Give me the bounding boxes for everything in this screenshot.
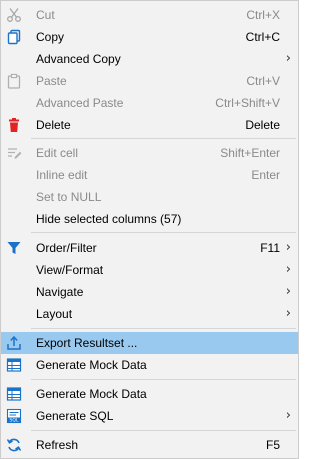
chevron-right-icon: ›: [285, 284, 291, 299]
menu-item-label: View/Format: [36, 263, 104, 277]
menu-item-hide-columns[interactable]: Hide selected columns (57): [1, 208, 298, 230]
menu-item-advanced-copy[interactable]: Advanced Copy ›: [1, 48, 298, 70]
menu-separator: [31, 430, 296, 431]
menu-item-export-resultset[interactable]: Export Resultset ...: [1, 332, 298, 354]
menu-item-generate-mock-data[interactable]: Generate Mock Data: [1, 354, 298, 376]
filter-icon: [6, 240, 22, 256]
chevron-right-icon: ›: [285, 408, 291, 423]
menu-item-label: Cut: [36, 8, 55, 22]
svg-text:SQL: SQL: [10, 418, 19, 424]
refresh-icon: [6, 437, 22, 453]
menu-item-label: Refresh: [36, 438, 79, 452]
shortcut-text: Enter: [251, 168, 280, 182]
chevron-right-icon: ›: [285, 262, 291, 277]
menu-item-layout[interactable]: Layout ›: [1, 303, 298, 325]
menu-separator: [31, 328, 296, 329]
menu-item-label: Edit cell: [36, 146, 79, 160]
menu-item-copy[interactable]: Copy Ctrl+C: [1, 26, 298, 48]
menu-item-label: Generate Mock Data: [36, 387, 147, 401]
menu-item-label: Delete: [36, 118, 71, 132]
menu-item-label: Inline edit: [36, 168, 88, 182]
export-icon: [6, 335, 22, 351]
menu-item-label: Navigate: [36, 285, 84, 299]
menu-item-delete[interactable]: Delete Delete: [1, 114, 298, 136]
menu-item-label: Generate SQL: [36, 409, 114, 423]
menu-separator: [31, 232, 296, 233]
menu-item-label: Layout: [36, 307, 73, 321]
menu-item-label: Hide selected columns (57): [36, 212, 182, 226]
menu-item-paste[interactable]: Paste Ctrl+V: [1, 70, 298, 92]
context-menu: Cut Ctrl+X Copy Ctrl+C Advanced Copy › P…: [0, 0, 299, 459]
shortcut-text: F11: [260, 241, 280, 255]
menu-item-edit-cell[interactable]: Edit cell Shift+Enter: [1, 142, 298, 164]
chevron-right-icon: ›: [285, 51, 291, 66]
menu-item-navigate[interactable]: Navigate ›: [1, 281, 298, 303]
shortcut-text: Ctrl+C: [245, 30, 280, 44]
shortcut-text: Shift+Enter: [220, 146, 280, 160]
paste-icon: [6, 73, 22, 89]
menu-item-label: Generate Mock Data: [36, 358, 147, 372]
shortcut-text: Delete: [245, 118, 280, 132]
table-icon: [6, 357, 22, 373]
shortcut-text: Ctrl+V: [246, 74, 280, 88]
menu-item-label: Copy: [36, 30, 65, 44]
menu-item-generate-mock-data[interactable]: Generate Mock Data: [1, 383, 298, 405]
menu-item-label: Export Resultset ...: [36, 336, 138, 350]
menu-item-label: Advanced Copy: [36, 52, 121, 66]
menu-item-generate-sql[interactable]: SQL Generate SQL ›: [1, 405, 298, 427]
menu-item-label: Set to NULL: [36, 190, 102, 204]
menu-item-inline-edit[interactable]: Inline edit Enter: [1, 164, 298, 186]
menu-item-label: Advanced Paste: [36, 96, 124, 110]
menu-item-label: Paste: [36, 74, 67, 88]
menu-item-view-format[interactable]: View/Format ›: [1, 259, 298, 281]
chevron-right-icon: ›: [285, 306, 291, 321]
trash-icon: [6, 117, 22, 133]
scissors-icon: [6, 7, 22, 23]
edit-icon: [6, 145, 22, 161]
shortcut-text: F5: [265, 438, 280, 452]
shortcut-text: Ctrl+X: [246, 8, 280, 22]
menu-separator: [31, 379, 296, 380]
menu-item-order-filter[interactable]: Order/Filter F11 ›: [1, 237, 298, 259]
menu-item-set-null[interactable]: Set to NULL: [1, 186, 298, 208]
sql-icon: SQL: [6, 408, 22, 424]
menu-item-cut[interactable]: Cut Ctrl+X: [1, 4, 298, 26]
table-icon: [6, 386, 22, 402]
shortcut-text: Ctrl+Shift+V: [215, 96, 280, 110]
chevron-right-icon: ›: [285, 240, 291, 255]
menu-item-advanced-paste[interactable]: Advanced Paste Ctrl+Shift+V: [1, 92, 298, 114]
menu-item-label: Order/Filter: [36, 241, 97, 255]
menu-separator: [31, 138, 296, 139]
menu-item-refresh[interactable]: Refresh F5: [1, 434, 298, 456]
copy-icon: [6, 29, 22, 45]
